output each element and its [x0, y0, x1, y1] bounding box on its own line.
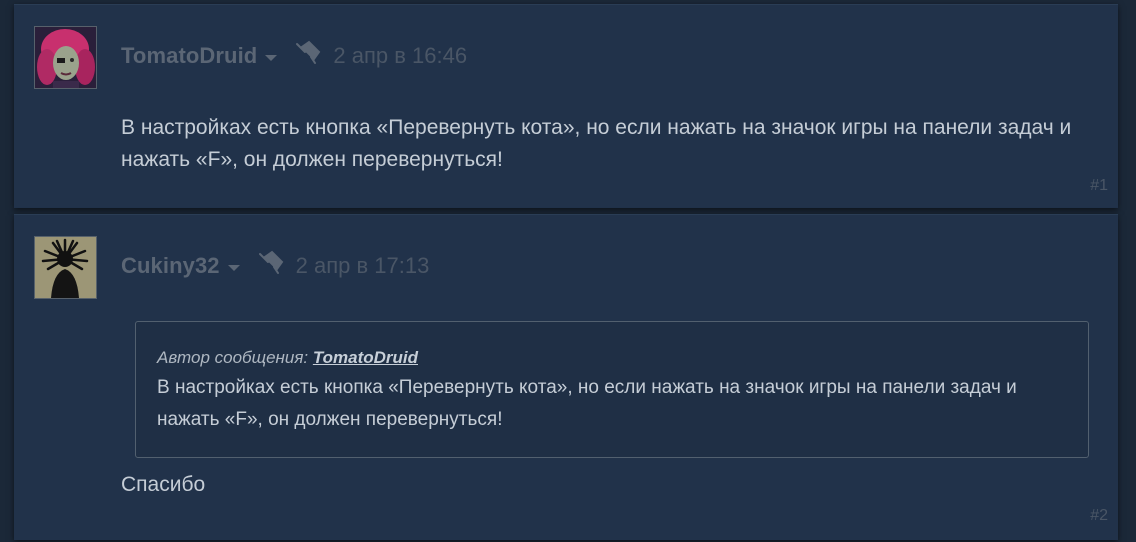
chevron-down-icon[interactable] [265, 55, 278, 61]
avatar[interactable] [34, 236, 97, 299]
avatar-image [35, 237, 96, 298]
pin-icon[interactable] [256, 249, 286, 275]
comment-post: Cukiny32 2 апр в 17:13 Автор сообщения: … [14, 214, 1118, 540]
author-name[interactable]: TomatoDruid [121, 43, 257, 69]
timestamp[interactable]: 2 апр в 16:46 [333, 43, 467, 69]
quote-text: В настройках есть кнопка «Перевернуть ко… [157, 377, 1017, 430]
avatar-image [35, 27, 96, 88]
timestamp[interactable]: 2 апр в 17:13 [296, 253, 430, 279]
chevron-down-icon[interactable] [227, 265, 240, 271]
quote-block: Автор сообщения: TomatoDruid В настройка… [135, 321, 1089, 458]
quote-author-prefix: Автор сообщения: [157, 348, 313, 367]
comment-post: TomatoDruid 2 апр в 16:46 В настройках е… [14, 4, 1118, 208]
author-line: Cukiny32 2 апр в 17:13 [121, 249, 430, 281]
quote-author-link[interactable]: TomatoDruid [313, 348, 418, 367]
post-number[interactable]: #2 [1090, 507, 1108, 525]
post-number[interactable]: #1 [1090, 177, 1108, 195]
post-text: В настройках есть кнопка «Перевернуть ко… [121, 116, 1072, 171]
pin-icon[interactable] [293, 39, 323, 65]
avatar[interactable] [34, 26, 97, 89]
quote-author-line: Автор сообщения: TomatoDruid [157, 346, 1067, 370]
author-name[interactable]: Cukiny32 [121, 253, 220, 279]
author-line: TomatoDruid 2 апр в 16:46 [121, 39, 467, 71]
post-text: Спасибо [121, 473, 206, 496]
